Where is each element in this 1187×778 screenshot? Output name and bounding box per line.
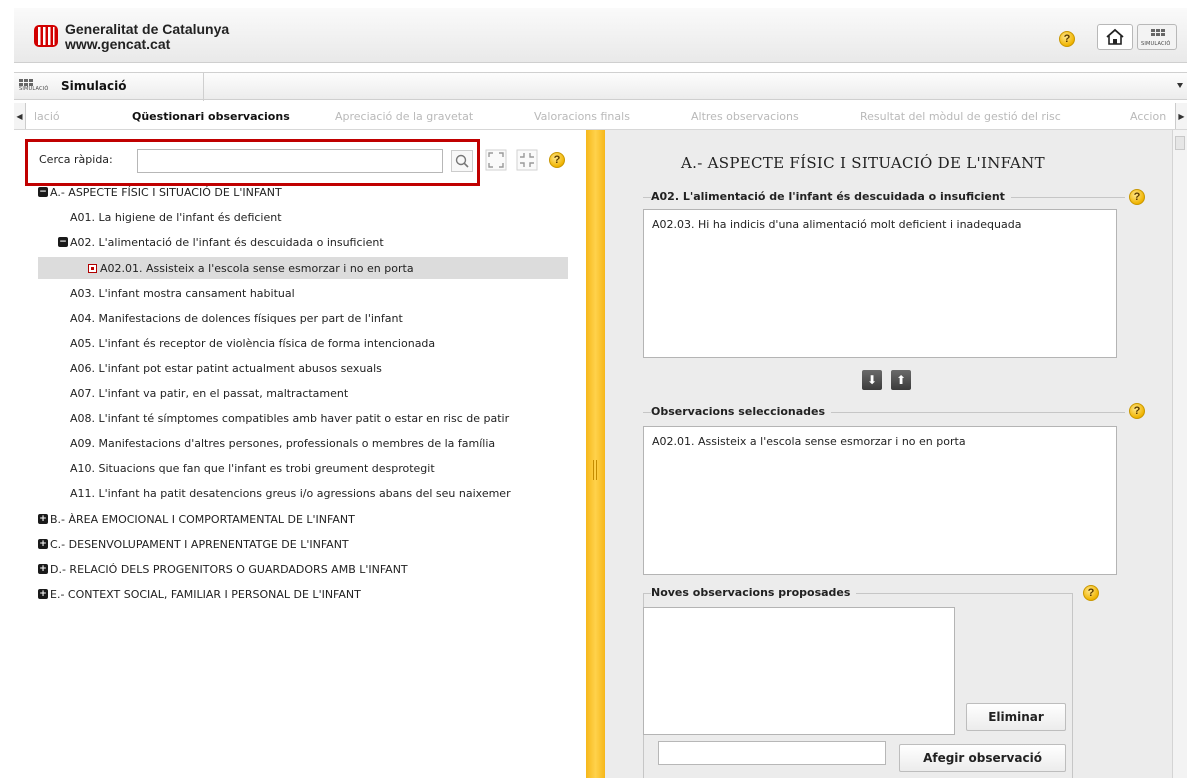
new-observation-input[interactable] bbox=[658, 741, 886, 765]
generalitat-logo-icon bbox=[34, 25, 58, 47]
collapse-all-button[interactable] bbox=[516, 149, 538, 171]
simulacio-grid-icon bbox=[1151, 29, 1165, 36]
window-titlebar: SIMULACIÓ Simulació bbox=[14, 72, 1187, 101]
section-title: A.- ASPECTE FÍSIC I SITUACIÓ DE L'INFANT bbox=[681, 154, 1045, 172]
selected-leaf-icon bbox=[88, 263, 97, 273]
window-title: Simulació bbox=[61, 79, 127, 93]
tree-node-label: A.- ASPECTE FÍSIC I SITUACIÓ DE L'INFANT bbox=[50, 185, 282, 199]
org-line-1: Generalitat de Catalunya bbox=[65, 21, 230, 37]
arrow-down-icon: ⬇ bbox=[866, 373, 878, 387]
selected-help-icon[interactable]: ? bbox=[1129, 403, 1145, 419]
panel-splitter[interactable] bbox=[586, 130, 605, 778]
tree-item-a08[interactable]: A08. L'infant té símptomes compatibles a… bbox=[70, 407, 509, 429]
tree-item-a02-01[interactable]: A02.01. Assisteix a l'escola sense esmor… bbox=[38, 257, 568, 279]
tree-node-label: E.- CONTEXT SOCIAL, FAMILIAR I PERSONAL … bbox=[50, 587, 361, 601]
home-icon bbox=[1106, 28, 1124, 45]
add-observation-button[interactable]: Afegir observació bbox=[899, 744, 1066, 772]
tree-item-label: A08. L'infant té símptomes compatibles a… bbox=[70, 411, 510, 425]
collapse-node-icon[interactable]: − bbox=[58, 237, 68, 247]
expand-node-icon[interactable]: + bbox=[38, 589, 48, 599]
search-help-icon[interactable]: ? bbox=[549, 152, 565, 168]
tree-node-label: A02. L'alimentació de l'infant és descui… bbox=[70, 235, 384, 249]
tab-valoracions-finals[interactable]: Valoracions finals bbox=[534, 110, 630, 123]
tree-item-label: A10. Situacions que fan que l'infant es … bbox=[70, 461, 435, 475]
tree-item-a10[interactable]: A10. Situacions que fan que l'infant es … bbox=[70, 457, 435, 479]
expand-all-icon bbox=[485, 149, 507, 171]
tree-item-a11[interactable]: A11. L'infant ha patit desatencions greu… bbox=[70, 482, 511, 504]
search-button[interactable] bbox=[451, 150, 473, 172]
search-input[interactable] bbox=[137, 149, 443, 173]
tree-item-label: A11. L'infant ha patit desatencions greu… bbox=[70, 486, 511, 500]
titlebar-divider bbox=[203, 73, 204, 101]
right-scrollbar[interactable] bbox=[1172, 130, 1187, 778]
proposed-legend: Noves observacions proposades bbox=[651, 586, 857, 599]
tree-node-label: B.- ÀREA EMOCIONAL I COMPORTAMENTAL DE L… bbox=[50, 512, 355, 526]
tree-item-label: A05. L'infant és receptor de violència f… bbox=[70, 336, 436, 350]
expand-node-icon[interactable]: + bbox=[38, 539, 48, 549]
tree-node-a02[interactable]: − A02. L'alimentació de l'infant és desc… bbox=[58, 231, 384, 253]
tab-questionari-observacions[interactable]: Qüestionari observacions bbox=[132, 110, 290, 123]
search-label: Cerca ràpida: bbox=[39, 153, 113, 166]
splitter-grip-icon[interactable] bbox=[593, 460, 597, 480]
proposed-help-icon[interactable]: ? bbox=[1083, 585, 1099, 601]
tab-strip: ◀ lació Qüestionari observacions Aprecia… bbox=[14, 103, 1187, 130]
collapse-all-icon bbox=[516, 149, 538, 171]
header-help-icon[interactable]: ? bbox=[1059, 31, 1075, 47]
simulacio-logo-button[interactable]: SIMULACIÓ bbox=[1137, 24, 1177, 50]
collapse-node-icon[interactable]: − bbox=[38, 187, 48, 197]
tab-simulacio[interactable]: lació bbox=[34, 110, 60, 123]
tab-accions[interactable]: Accion bbox=[1130, 110, 1166, 123]
expand-node-icon[interactable]: + bbox=[38, 514, 48, 524]
available-observations-list[interactable]: A02.03. Hi ha indicis d'una alimentació … bbox=[643, 209, 1117, 358]
tab-scroll-right-icon[interactable]: ▶ bbox=[1175, 103, 1187, 129]
selected-observations-list[interactable]: A02.01. Assisteix a l'escola sense esmor… bbox=[643, 426, 1117, 575]
tree-node-d[interactable]: + D.- RELACIÓ DELS PROGENITORS O GUARDAD… bbox=[38, 558, 408, 580]
home-button[interactable] bbox=[1097, 24, 1133, 50]
titlebar-dropdown-icon[interactable] bbox=[1177, 83, 1183, 88]
expand-node-icon[interactable]: + bbox=[38, 564, 48, 574]
tree-item-label: A07. L'infant va patir, en el passat, ma… bbox=[70, 386, 349, 400]
tree-item-label: A09. Manifestacions d'altres persones, p… bbox=[70, 436, 496, 450]
available-help-icon[interactable]: ? bbox=[1129, 189, 1145, 205]
tab-scroll-left-icon[interactable]: ◀ bbox=[14, 103, 26, 129]
tab-apreciacio-gravetat[interactable]: Apreciació de la gravetat bbox=[335, 110, 473, 123]
tree-node-c[interactable]: + C.- DESENVOLUPAMENT I APRENENTATGE DE … bbox=[38, 533, 349, 555]
simulacio-small-icon: SIMULACIÓ bbox=[19, 79, 49, 92]
scrollbar-thumb[interactable] bbox=[1175, 136, 1185, 150]
tree-node-label: C.- DESENVOLUPAMENT I APRENENTATGE DE L'… bbox=[50, 537, 349, 551]
tree-item-label: A01. La higiene de l'infant és deficient bbox=[70, 210, 282, 224]
tree-item-a05[interactable]: A05. L'infant és receptor de violència f… bbox=[70, 332, 435, 354]
arrow-up-icon: ⬆ bbox=[895, 373, 907, 387]
simulacio-logo-text: SIMULACIÓ bbox=[1141, 41, 1171, 47]
move-up-button[interactable]: ⬆ bbox=[891, 370, 911, 390]
organization-name: Generalitat de Catalunya www.gencat.cat bbox=[65, 22, 229, 52]
move-down-button[interactable]: ⬇ bbox=[862, 370, 882, 390]
org-line-2: www.gencat.cat bbox=[65, 36, 171, 52]
app-header: Generalitat de Catalunya www.gencat.cat … bbox=[14, 8, 1187, 63]
search-icon bbox=[455, 154, 469, 168]
proposed-observations-list[interactable] bbox=[643, 607, 955, 735]
tab-altres-observacions[interactable]: Altres observacions bbox=[691, 110, 799, 123]
tree-item-a09[interactable]: A09. Manifestacions d'altres persones, p… bbox=[70, 432, 495, 454]
remove-observation-button[interactable]: Eliminar bbox=[966, 703, 1066, 731]
tree-node-a[interactable]: − A.- ASPECTE FÍSIC I SITUACIÓ DE L'INFA… bbox=[38, 181, 282, 203]
available-legend: A02. L'alimentació de l'infant és descui… bbox=[651, 190, 1011, 203]
tree-node-label: D.- RELACIÓ DELS PROGENITORS O GUARDADOR… bbox=[50, 562, 408, 576]
available-observation-item[interactable]: A02.03. Hi ha indicis d'una alimentació … bbox=[652, 218, 1108, 231]
selected-legend: Observacions seleccionades bbox=[651, 405, 832, 418]
tree-item-label: A03. L'infant mostra cansament habitual bbox=[70, 286, 295, 300]
tree-item-a07[interactable]: A07. L'infant va patir, en el passat, ma… bbox=[70, 382, 348, 404]
tree-item-label: A04. Manifestacions de dolences físiques… bbox=[70, 311, 403, 325]
tree-node-b[interactable]: + B.- ÀREA EMOCIONAL I COMPORTAMENTAL DE… bbox=[38, 508, 355, 530]
selected-observation-item[interactable]: A02.01. Assisteix a l'escola sense esmor… bbox=[652, 435, 1108, 448]
tree-item-a04[interactable]: A04. Manifestacions de dolences físiques… bbox=[70, 307, 403, 329]
expand-all-button[interactable] bbox=[485, 149, 507, 171]
tree-item-a01[interactable]: A01. La higiene de l'infant és deficient bbox=[70, 206, 282, 228]
tree-item-a06[interactable]: A06. L'infant pot estar patint actualmen… bbox=[70, 357, 382, 379]
tree-item-label: A02.01. Assisteix a l'escola sense esmor… bbox=[100, 261, 414, 275]
tab-resultat-modul-risc[interactable]: Resultat del mòdul de gestió del risc bbox=[860, 110, 1061, 123]
tree-item-label: A06. L'infant pot estar patint actualmen… bbox=[70, 361, 382, 375]
tree-item-a03[interactable]: A03. L'infant mostra cansament habitual bbox=[70, 282, 295, 304]
tree-node-e[interactable]: + E.- CONTEXT SOCIAL, FAMILIAR I PERSONA… bbox=[38, 583, 361, 605]
